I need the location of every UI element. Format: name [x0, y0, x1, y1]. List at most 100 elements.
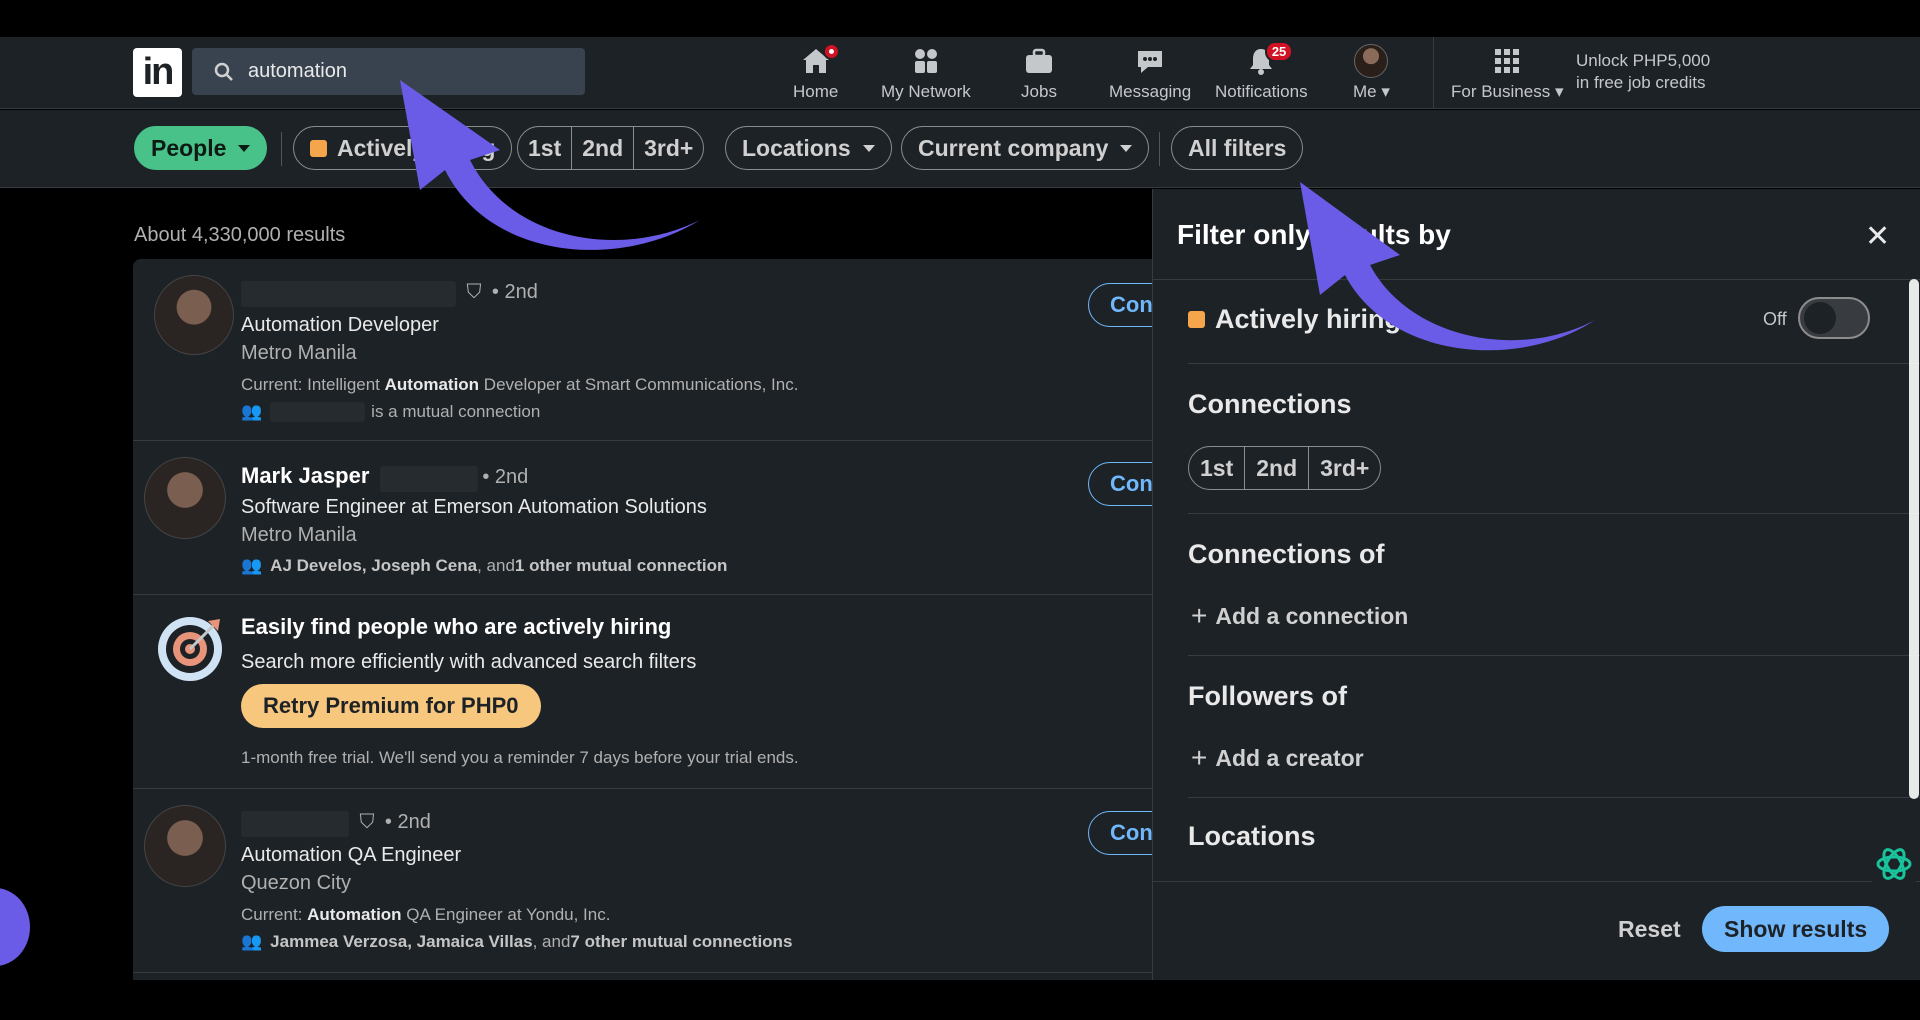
- bottom-band: [0, 980, 1920, 1020]
- people-filter-pill[interactable]: People: [134, 126, 268, 170]
- caret-down-icon: [862, 144, 875, 152]
- locations-filter-pill[interactable]: Locations: [725, 126, 892, 170]
- connections-of-heading: Connections of: [1188, 539, 1385, 569]
- divider: [1188, 513, 1920, 514]
- actively-hiring-label: Actively hiring: [1215, 304, 1402, 334]
- add-connection-button[interactable]: + Add a connection: [1191, 600, 1408, 632]
- locations-heading: Locations: [1188, 821, 1316, 851]
- connection-degree: • 2nd: [384, 811, 431, 834]
- top-band: [0, 0, 1920, 37]
- nav-jobs[interactable]: Jobs: [1021, 43, 1057, 102]
- retry-premium-button[interactable]: Retry Premium for PHP0: [241, 684, 541, 728]
- nav-divider: [1433, 37, 1434, 109]
- caret-down-icon: [1120, 144, 1133, 152]
- current-prefix: Current:: [241, 905, 308, 924]
- search-results: About 4,330,000 results ⛉ • 2nd Automati…: [0, 188, 1152, 980]
- unlock-job-credits-link[interactable]: Unlock PHP5,000 in free job credits: [1576, 50, 1710, 94]
- mutual-and: , and: [477, 556, 515, 575]
- followers-of-heading: Followers of: [1188, 681, 1348, 711]
- nav-messaging[interactable]: Messaging: [1109, 43, 1191, 102]
- briefcase-icon: [1021, 43, 1057, 79]
- result-location: Metro Manila: [241, 342, 357, 364]
- connection-degree: • 2nd: [482, 466, 529, 488]
- nav-me[interactable]: Me ▾: [1353, 43, 1390, 102]
- premium-promo: Easily find people who are actively hiri…: [133, 595, 1152, 789]
- degree-2nd-button[interactable]: 2nd: [572, 127, 635, 169]
- mutual-names: Jammea Verzosa, Jamaica Villas: [270, 932, 533, 951]
- toggle-state-label: Off: [1763, 309, 1787, 329]
- actively-hiring-toggle[interactable]: [1798, 297, 1870, 339]
- all-filters-button[interactable]: All filters: [1171, 126, 1304, 170]
- nav-for-business[interactable]: For Business ▾: [1451, 43, 1563, 102]
- add-creator-button[interactable]: + Add a creator: [1191, 742, 1364, 774]
- result-mutual: 👥 is a mutual connection: [241, 402, 540, 422]
- list-item: ⛉ • 2nd Automation Developer Metro Manil…: [133, 259, 1152, 441]
- locations-filter-label: Locations: [742, 134, 851, 161]
- divider: [1188, 655, 1920, 656]
- add-creator-label: Add a creator: [1215, 744, 1364, 771]
- mutual-and: , and: [532, 932, 571, 951]
- result-location: Quezon City: [241, 872, 352, 894]
- messaging-icon: [1132, 43, 1168, 79]
- mutual-other: 1 other mutual connection: [514, 556, 728, 575]
- panel-scrollbar[interactable]: [1909, 279, 1919, 799]
- bell-icon: 25: [1243, 41, 1294, 79]
- actively-hiring-pill[interactable]: Actively hiring: [293, 126, 513, 170]
- divider: [1188, 363, 1920, 364]
- notifications-badge: 25: [1264, 41, 1294, 62]
- show-results-button[interactable]: Show results: [1702, 906, 1890, 952]
- search-bar[interactable]: [192, 48, 585, 95]
- degree-3rd-button[interactable]: 3rd+: [634, 127, 703, 169]
- result-mutual: 👥 AJ Develos, Joseph Cena, and 1 other m…: [241, 556, 727, 576]
- profile-avatar[interactable]: [144, 457, 226, 539]
- divider: [1188, 797, 1920, 798]
- nav-home-label: Home: [793, 82, 839, 101]
- result-name[interactable]: Mark Jasper: [241, 463, 369, 488]
- search-icon: [214, 62, 233, 81]
- nav-me-label-wrap: Me ▾: [1353, 82, 1390, 102]
- home-icon: [798, 43, 840, 79]
- nav-for-business-label-wrap: For Business ▾: [1451, 82, 1563, 102]
- plus-icon: +: [1191, 742, 1208, 773]
- add-connection-label: Add a connection: [1215, 602, 1409, 629]
- nav-for-business-label: For Business: [1451, 82, 1551, 101]
- connection-degree: • 2nd: [491, 281, 538, 304]
- search-filter-bar: People Actively hiring 1st 2nd 3rd+ Loca…: [0, 110, 1920, 188]
- actively-hiring-label: Actively hiring: [337, 134, 496, 161]
- reset-button[interactable]: Reset: [1618, 916, 1681, 943]
- connect-button[interactable]: Connect: [1088, 462, 1152, 506]
- result-name-line: Mark Jasper • 2nd: [241, 463, 528, 492]
- panel-degree-1st[interactable]: 1st: [1189, 447, 1246, 489]
- promo-note: 1-month free trial. We'll send you a rem…: [241, 748, 799, 767]
- current-prefix: Current: Intelligent: [241, 375, 385, 394]
- home-notification-dot: [822, 43, 840, 60]
- mutual-names: AJ Develos, Joseph Cena: [270, 556, 478, 575]
- nav-home[interactable]: Home: [793, 43, 840, 102]
- current-keyword: Automation: [384, 375, 480, 394]
- result-headline: Automation QA Engineer: [241, 844, 462, 866]
- connect-button[interactable]: Connect: [1088, 811, 1152, 855]
- all-filters-panel: Filter only results by ✕ Actively hiring…: [1152, 189, 1920, 980]
- profile-avatar[interactable]: [144, 805, 226, 887]
- result-name-line: ⛉ • 2nd: [241, 811, 431, 837]
- current-keyword: Automation: [307, 905, 402, 924]
- connect-button[interactable]: Connect: [1088, 283, 1152, 327]
- chevron-down-icon: ▾: [1381, 82, 1390, 101]
- degree-1st-button[interactable]: 1st: [518, 127, 573, 169]
- panel-degree-filter: 1st 2nd 3rd+: [1188, 446, 1382, 490]
- nav-my-network[interactable]: My Network: [881, 43, 971, 102]
- close-icon[interactable]: ✕: [1865, 219, 1890, 254]
- profile-avatar[interactable]: [154, 275, 234, 355]
- panel-degree-2nd[interactable]: 2nd: [1245, 447, 1310, 489]
- search-input[interactable]: [248, 60, 568, 83]
- panel-degree-3rd[interactable]: 3rd+: [1309, 447, 1380, 489]
- linkedin-logo[interactable]: in: [133, 48, 182, 97]
- me-avatar-wrap: [1353, 43, 1389, 79]
- panel-title: Filter only results by: [1177, 219, 1451, 250]
- current-suffix: QA Engineer at Yondu, Inc.: [401, 905, 611, 924]
- result-current-position: Current: Intelligent Automation Develope…: [241, 375, 798, 395]
- nav-notifications[interactable]: 25 Notifications: [1215, 41, 1308, 102]
- assistant-extension-icon[interactable]: [1866, 836, 1920, 892]
- current-company-filter-pill[interactable]: Current company: [901, 126, 1150, 170]
- result-headline: Automation Developer: [241, 314, 439, 336]
